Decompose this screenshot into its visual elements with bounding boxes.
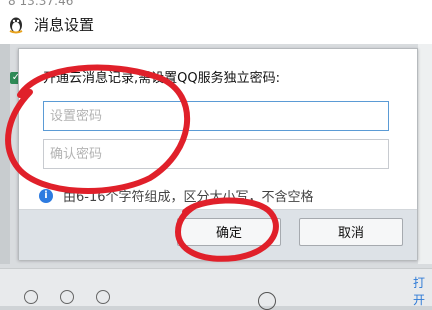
password-hint: i 由6-16个字符组成，区分大小写，不含空格 <box>39 186 314 205</box>
background-left-panel <box>0 44 10 264</box>
dialog-title: 消息设置 <box>34 15 95 34</box>
toolbar-icon[interactable] <box>96 290 110 304</box>
password-setup-dialog: 开通云消息记录,需设置QQ服务独立密码: i 由6-16个字符组成，区分大小写，… <box>18 48 418 260</box>
open-link[interactable]: 打开 <box>413 274 432 308</box>
background-topbar: 8 13:37:46 消息设置 <box>0 0 432 44</box>
dialog-prompt: 开通云消息记录,需设置QQ服务独立密码: <box>43 71 280 86</box>
background-toolbar-icons <box>24 290 110 304</box>
search-icon[interactable] <box>258 292 276 310</box>
qq-penguin-icon <box>9 17 23 34</box>
toolbar-icon[interactable] <box>60 290 74 304</box>
cancel-button[interactable]: 取消 <box>299 218 403 246</box>
ok-button[interactable]: 确定 <box>177 218 281 246</box>
set-password-field[interactable] <box>43 101 389 131</box>
background-right-panel <box>418 44 432 264</box>
dialog-footer: 确定 取消 <box>19 209 417 260</box>
info-icon: i <box>39 188 53 203</box>
hint-text: 由6-16个字符组成，区分大小写，不含空格 <box>63 190 314 205</box>
toolbar-icon[interactable] <box>24 290 38 304</box>
dialog-titlebar[interactable]: 消息设置 <box>0 6 312 42</box>
confirm-password-field[interactable] <box>43 139 389 169</box>
